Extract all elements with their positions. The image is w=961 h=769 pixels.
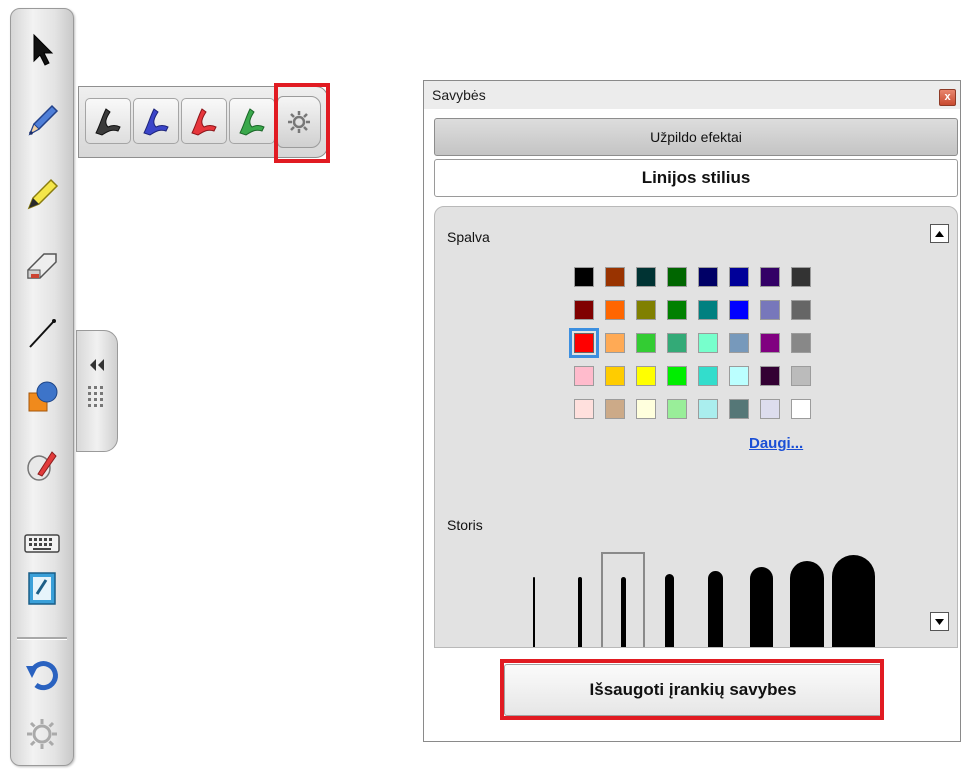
pen-icon[interactable]: [15, 93, 69, 147]
eraser-icon[interactable]: [15, 237, 69, 291]
color-swatch[interactable]: [791, 366, 811, 386]
pen-style-green[interactable]: [229, 98, 275, 144]
highlight-box-save: [500, 659, 884, 720]
width-option-8[interactable]: [832, 555, 875, 647]
pen-style-black[interactable]: [85, 98, 131, 144]
width-option-1[interactable]: [533, 577, 535, 647]
color-swatch[interactable]: [574, 366, 594, 386]
tab-fill-effects[interactable]: Užpildo efektai: [434, 118, 958, 156]
color-swatch[interactable]: [636, 333, 656, 353]
settings-icon[interactable]: [15, 707, 69, 761]
color-swatch[interactable]: [574, 399, 594, 419]
triangle-down-icon: [935, 618, 944, 625]
width-option-6[interactable]: [750, 567, 773, 647]
width-option-4[interactable]: [665, 574, 674, 647]
color-swatch[interactable]: [729, 267, 749, 287]
color-swatch[interactable]: [698, 399, 718, 419]
pen-black-icon: [95, 108, 121, 136]
color-swatch[interactable]: [605, 300, 625, 320]
color-palette: [569, 267, 811, 419]
width-option-3[interactable]: [621, 577, 626, 647]
magic-pen-icon[interactable]: [15, 437, 69, 491]
color-swatch[interactable]: [760, 333, 780, 353]
color-swatch[interactable]: [729, 366, 749, 386]
toolbar-collapse-tab[interactable]: [76, 330, 118, 452]
color-swatch[interactable]: [729, 333, 749, 353]
color-swatch[interactable]: [667, 333, 687, 353]
color-swatch[interactable]: [636, 267, 656, 287]
collapse-arrows-icon: [88, 359, 104, 407]
notebook-icon[interactable]: [15, 561, 69, 615]
color-swatch[interactable]: [791, 399, 811, 419]
color-swatch[interactable]: [605, 267, 625, 287]
color-swatch[interactable]: [729, 300, 749, 320]
pen-style-blue[interactable]: [133, 98, 179, 144]
color-swatch[interactable]: [605, 399, 625, 419]
width-option-5[interactable]: [708, 571, 723, 647]
color-swatch[interactable]: [574, 267, 594, 287]
color-swatch[interactable]: [729, 399, 749, 419]
color-swatch[interactable]: [698, 366, 718, 386]
color-swatch[interactable]: [760, 300, 780, 320]
color-swatch[interactable]: [605, 333, 625, 353]
window-titlebar: Savybės x: [424, 81, 960, 109]
color-swatch[interactable]: [760, 399, 780, 419]
scroll-up-button[interactable]: [930, 224, 949, 243]
color-swatch[interactable]: [636, 366, 656, 386]
color-swatch[interactable]: [574, 300, 594, 320]
color-swatch[interactable]: [698, 267, 718, 287]
pen-green-icon: [239, 108, 265, 136]
pen-blue-icon: [143, 108, 169, 136]
line-style-panel: Spalva Daugi... Storis: [434, 206, 958, 648]
close-icon: x: [944, 91, 951, 103]
color-swatch[interactable]: [667, 300, 687, 320]
color-swatch[interactable]: [791, 267, 811, 287]
main-toolbar: [10, 8, 74, 766]
properties-window: Savybės x Užpildo efektai Linijos stiliu…: [423, 80, 961, 742]
select-arrow-icon[interactable]: [15, 23, 69, 77]
pen-style-red[interactable]: [181, 98, 227, 144]
line-icon[interactable]: [15, 307, 69, 361]
color-swatch[interactable]: [698, 333, 718, 353]
undo-icon[interactable]: [15, 647, 69, 701]
highlighter-icon[interactable]: [15, 167, 69, 221]
more-colors-link[interactable]: Daugi...: [749, 435, 803, 452]
triangle-up-icon: [935, 230, 944, 237]
shapes-icon[interactable]: [15, 369, 69, 423]
color-swatch[interactable]: [569, 328, 599, 358]
close-button[interactable]: x: [939, 89, 956, 106]
color-swatch[interactable]: [760, 366, 780, 386]
width-option-7[interactable]: [790, 561, 824, 647]
width-label: Storis: [447, 517, 483, 533]
color-swatch[interactable]: [605, 366, 625, 386]
highlight-box-gear: [274, 83, 330, 163]
scroll-down-button[interactable]: [930, 612, 949, 631]
color-swatch[interactable]: [636, 399, 656, 419]
pen-red-icon: [191, 108, 217, 136]
color-swatch[interactable]: [791, 300, 811, 320]
color-swatch[interactable]: [667, 366, 687, 386]
color-swatch[interactable]: [698, 300, 718, 320]
color-swatch[interactable]: [636, 300, 656, 320]
tab-line-style[interactable]: Linijos stilius: [434, 159, 958, 197]
color-swatch[interactable]: [667, 399, 687, 419]
color-swatch[interactable]: [791, 333, 811, 353]
width-option-2[interactable]: [578, 577, 582, 647]
color-label: Spalva: [447, 229, 490, 245]
color-swatch[interactable]: [760, 267, 780, 287]
toolbar-separator: [17, 637, 67, 640]
color-swatch[interactable]: [667, 267, 687, 287]
window-title: Savybės: [432, 87, 486, 103]
